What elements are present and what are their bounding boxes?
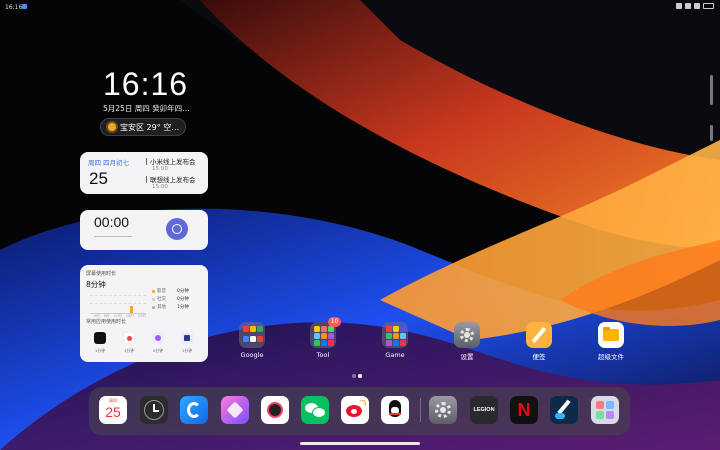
calendar-event-time: 15:00 bbox=[152, 166, 168, 172]
legion-text: LEGION bbox=[473, 407, 495, 413]
home-clock[interactable]: 16:16 bbox=[103, 66, 188, 103]
calendar-day: 25 bbox=[89, 169, 108, 188]
weather-text: 宝安区 29° 空… bbox=[120, 122, 180, 132]
browser-icon[interactable] bbox=[180, 396, 208, 424]
edge-handle[interactable] bbox=[710, 75, 713, 105]
usage-app-time: 1分钟 bbox=[181, 348, 192, 353]
home-date: 5月25日 周四 癸卯年四… bbox=[103, 104, 190, 113]
clock-icon[interactable] bbox=[140, 396, 168, 424]
dock-calendar-day: 25 bbox=[105, 404, 121, 420]
usage-chart bbox=[90, 289, 146, 314]
weibo-icon[interactable] bbox=[341, 396, 369, 424]
sun-icon bbox=[108, 123, 116, 131]
usage-legend-item: 社交 0分钟 bbox=[152, 296, 189, 302]
google-folder-icon bbox=[239, 322, 265, 348]
calendar-event-time: 15:00 bbox=[152, 184, 168, 190]
folder-icon bbox=[598, 322, 624, 348]
timer-start-button[interactable] bbox=[166, 218, 188, 240]
usage-bar bbox=[130, 306, 133, 313]
app-label: Tool bbox=[316, 351, 330, 359]
app-settings[interactable]: 设置 bbox=[442, 322, 492, 361]
app-label: Game bbox=[385, 351, 405, 359]
edge-handle[interactable] bbox=[710, 125, 713, 141]
camera-app-icon[interactable] bbox=[123, 332, 135, 344]
app-label: 设置 bbox=[460, 353, 474, 361]
legion-icon[interactable]: LEGION bbox=[470, 396, 498, 424]
calendar-event[interactable]: 小米线上发布会 bbox=[146, 156, 196, 166]
folder-tool[interactable]: 10 Tool bbox=[298, 317, 348, 359]
gallery-app-icon[interactable] bbox=[152, 332, 164, 344]
weather-pill[interactable]: 宝安区 29° 空… bbox=[100, 118, 186, 136]
settings-icon[interactable] bbox=[429, 396, 457, 424]
status-icons bbox=[676, 3, 714, 9]
netflix-text: N bbox=[517, 400, 531, 420]
page-indicator-active[interactable] bbox=[358, 374, 362, 378]
usage-legend-item: 影音 0分钟 bbox=[152, 288, 189, 294]
wechat-icon[interactable] bbox=[301, 396, 329, 424]
folder-game[interactable]: Game bbox=[370, 322, 420, 359]
notification-icon bbox=[22, 4, 27, 9]
wifi-icon bbox=[694, 3, 700, 9]
timer-value: 00:00 bbox=[94, 214, 130, 230]
pencil-icon bbox=[526, 322, 552, 348]
app-library-icon[interactable] bbox=[591, 396, 619, 424]
page-indicator[interactable] bbox=[352, 374, 356, 378]
app-super-files[interactable]: 超级文件 bbox=[586, 322, 636, 361]
calendar-header: 周四 四月初七 bbox=[88, 159, 130, 167]
usage-app-time: 1分钟 bbox=[123, 348, 134, 353]
usage-app-time: 1分钟 bbox=[94, 348, 105, 353]
home-indicator[interactable] bbox=[300, 442, 420, 445]
status-bar: 16:16 bbox=[0, 0, 720, 14]
gallery-icon[interactable] bbox=[221, 396, 249, 424]
dock-divider bbox=[420, 398, 421, 422]
app-notes[interactable]: 便签 bbox=[514, 322, 564, 361]
status-time: 16:16 bbox=[5, 4, 23, 11]
mute-icon bbox=[685, 3, 691, 9]
calendar-widget[interactable]: 周四 四月初七 25 小米线上发布会 15:00 联想线上发布会 15:00 bbox=[80, 152, 208, 194]
nfc-icon bbox=[676, 3, 682, 9]
usage-app-time: 0分钟 bbox=[152, 348, 163, 353]
gear-icon bbox=[454, 322, 480, 348]
notification-badge: 10 bbox=[328, 317, 341, 327]
game-folder-icon bbox=[382, 322, 408, 348]
app-label: Google bbox=[240, 351, 264, 359]
netflix-icon[interactable]: N bbox=[510, 396, 538, 424]
tiktok-icon[interactable] bbox=[94, 332, 106, 344]
screen-time-widget[interactable]: 屏幕使用时长 8分钟 0时 6时 12时 18时 24时 影音 0分钟 社交 0… bbox=[80, 265, 208, 362]
tool-folder-icon: 10 bbox=[310, 317, 341, 348]
app-label: 超级文件 bbox=[598, 353, 624, 361]
calendar-icon[interactable]: 周四 25 bbox=[99, 396, 127, 424]
usage-subtitle: 常用应用使用时长 bbox=[86, 319, 127, 325]
timer-widget[interactable]: 00:00 bbox=[80, 210, 208, 250]
calendar-event[interactable]: 联想线上发布会 bbox=[146, 174, 196, 184]
usage-legend-item: 其他 1分钟 bbox=[152, 304, 189, 310]
timer-divider bbox=[94, 236, 132, 237]
paint-icon[interactable] bbox=[550, 396, 578, 424]
game-app-icon[interactable] bbox=[181, 332, 193, 344]
app-label: 便签 bbox=[532, 353, 546, 361]
qq-icon[interactable] bbox=[381, 396, 409, 424]
battery-icon bbox=[703, 3, 714, 9]
folder-google[interactable]: Google bbox=[227, 322, 277, 359]
usage-title: 屏幕使用时长 bbox=[86, 271, 117, 277]
camera-icon[interactable] bbox=[261, 396, 289, 424]
